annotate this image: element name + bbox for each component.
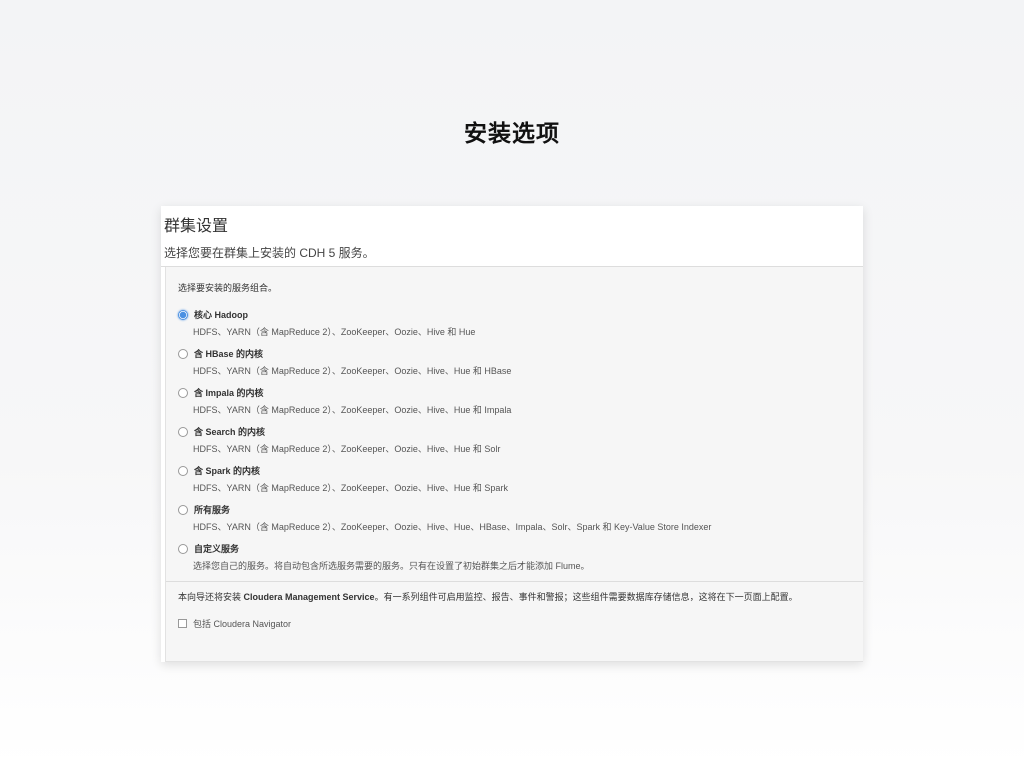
panel-body: 选择要安装的服务组合。 核心 Hadoop HDFS、YARN（含 MapRed… xyxy=(165,267,863,662)
navigator-checkbox[interactable] xyxy=(178,619,187,628)
note-suffix: 。有一系列组件可启用监控、报告、事件和警报；这些组件需要数据库存储信息，这将在下… xyxy=(374,592,798,602)
option-desc: HDFS、YARN（含 MapReduce 2）、ZooKeeper、Oozie… xyxy=(193,483,508,493)
option-desc: HDFS、YARN（含 MapReduce 2）、ZooKeeper、Oozie… xyxy=(193,405,512,415)
service-prompt: 选择要安装的服务组合。 xyxy=(178,283,278,293)
option-desc: HDFS、YARN（含 MapReduce 2）、ZooKeeper、Oozie… xyxy=(193,327,476,337)
radio-core-impala[interactable] xyxy=(178,387,188,398)
option-label: 含 HBase 的内核 xyxy=(194,349,264,359)
radio-custom-services[interactable] xyxy=(178,543,188,554)
option-label: 含 Spark 的内核 xyxy=(194,466,261,476)
slide-title: 安装选项 xyxy=(464,120,560,146)
divider xyxy=(166,581,863,582)
option-core-hadoop[interactable]: 核心 Hadoop HDFS、YARN（含 MapReduce 2）、ZooKe… xyxy=(178,308,863,338)
option-label: 自定义服务 xyxy=(194,544,240,554)
option-core-spark[interactable]: 含 Spark 的内核 HDFS、YARN（含 MapReduce 2）、Zoo… xyxy=(178,464,863,494)
panel-title: 群集设置 xyxy=(164,218,229,235)
option-label: 含 Impala 的内核 xyxy=(194,388,264,398)
option-core-hbase[interactable]: 含 HBase 的内核 HDFS、YARN（含 MapReduce 2）、Zoo… xyxy=(178,347,863,377)
navigator-checkbox-label: 包括 Cloudera Navigator xyxy=(193,619,292,629)
option-desc: HDFS、YARN（含 MapReduce 2）、ZooKeeper、Oozie… xyxy=(193,444,501,454)
option-core-search[interactable]: 含 Search 的内核 HDFS、YARN（含 MapReduce 2）、Zo… xyxy=(178,425,863,455)
option-desc: HDFS、YARN（含 MapReduce 2）、ZooKeeper、Oozie… xyxy=(193,366,512,376)
management-service-note: 本向导还将安装 Cloudera Management Service。有一系列… xyxy=(178,590,863,603)
option-label: 核心 Hadoop xyxy=(194,310,248,320)
option-custom-services[interactable]: 自定义服务 选择您自己的服务。将自动包含所选服务需要的服务。只有在设置了初始群集… xyxy=(178,542,863,572)
option-label: 含 Search 的内核 xyxy=(194,427,266,437)
radio-core-hbase[interactable] xyxy=(178,348,188,359)
note-prefix: 本向导还将安装 xyxy=(178,592,244,602)
cluster-setup-panel: 群集设置 选择您要在群集上安装的 CDH 5 服务。 选择要安装的服务组合。 核… xyxy=(161,206,863,662)
note-service-name: Cloudera Management Service xyxy=(243,592,375,602)
option-desc: 选择您自己的服务。将自动包含所选服务需要的服务。只有在设置了初始群集之后才能添加… xyxy=(193,561,590,571)
option-core-impala[interactable]: 含 Impala 的内核 HDFS、YARN（含 MapReduce 2）、Zo… xyxy=(178,386,863,416)
radio-core-hadoop[interactable] xyxy=(178,309,188,320)
navigator-option[interactable]: 包括 Cloudera Navigator xyxy=(178,617,863,630)
radio-all-services[interactable] xyxy=(178,504,188,515)
radio-core-search[interactable] xyxy=(178,426,188,437)
option-label: 所有服务 xyxy=(194,505,231,515)
radio-core-spark[interactable] xyxy=(178,465,188,476)
panel-header: 群集设置 选择您要在群集上安装的 CDH 5 服务。 xyxy=(161,206,863,267)
option-desc: HDFS、YARN（含 MapReduce 2）、ZooKeeper、Oozie… xyxy=(193,522,712,532)
option-all-services[interactable]: 所有服务 HDFS、YARN（含 MapReduce 2）、ZooKeeper、… xyxy=(178,503,863,533)
panel-subtitle: 选择您要在群集上安装的 CDH 5 服务。 xyxy=(164,246,375,260)
